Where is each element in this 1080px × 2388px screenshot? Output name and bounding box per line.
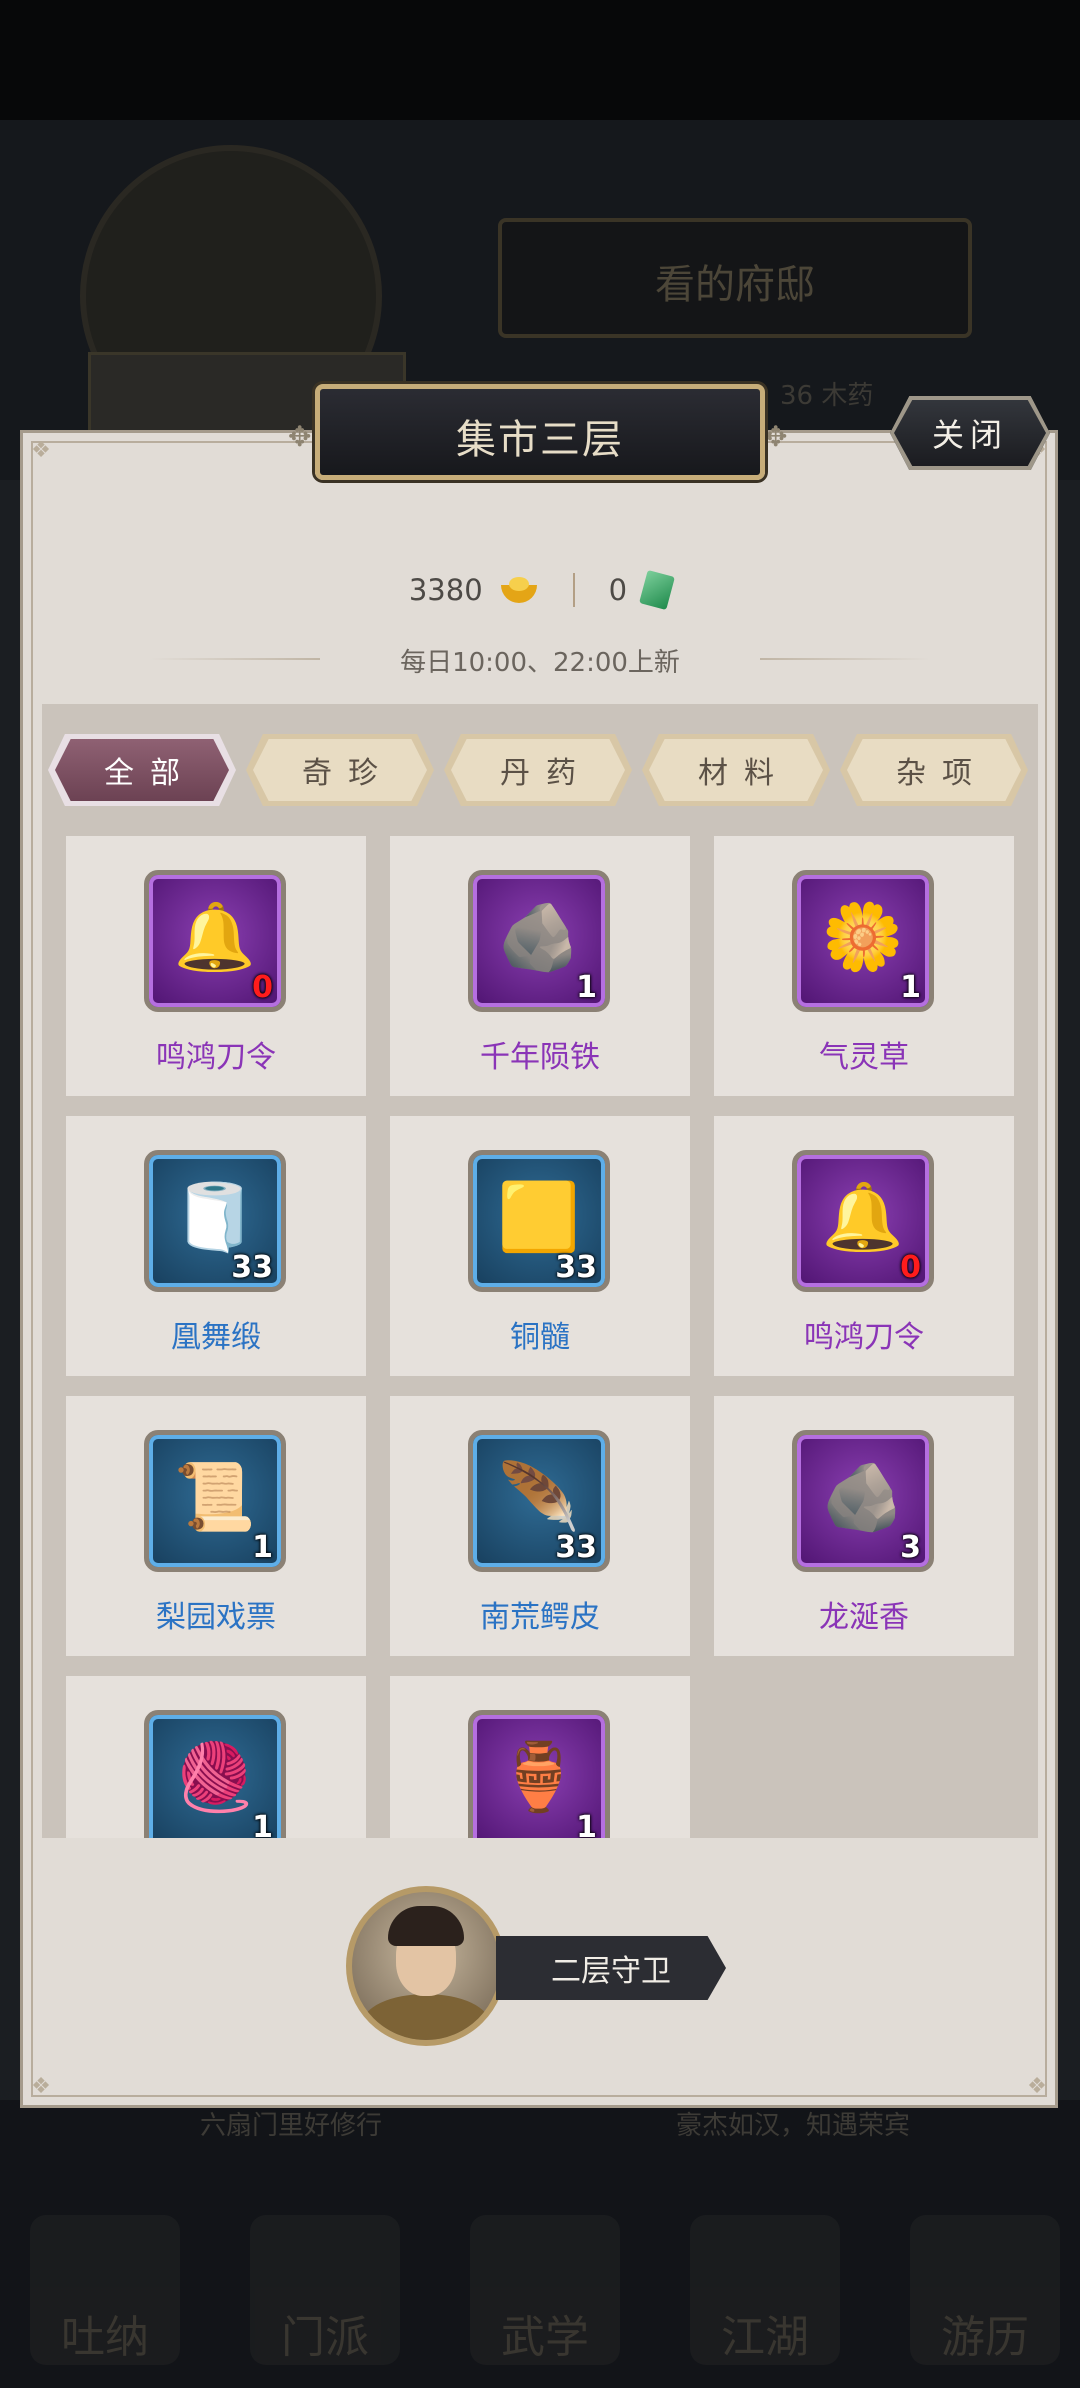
divider-ornament: [760, 658, 930, 660]
ticket-icon: 📜: [173, 1458, 257, 1536]
gold-ingot-icon: [499, 575, 539, 605]
bell-token-icon: 🔔: [821, 1178, 905, 1256]
item-name: 鸣鸿刀令: [804, 1320, 924, 1355]
close-button-label: 关闭: [931, 416, 1008, 454]
item-card[interactable]: 🌼 1 气灵草: [714, 836, 1014, 1096]
nav-tab-travel[interactable]: 游历: [910, 2215, 1060, 2365]
copper-ore-icon: 🟨: [497, 1178, 581, 1256]
footer-text-right: 豪杰如汉，知遇荣宾: [676, 2111, 911, 2141]
gold-amount: 3380: [408, 573, 483, 607]
item-card[interactable]: 🪨 3 龙涎香: [714, 1396, 1014, 1656]
yarn-ball-icon: 🧶: [173, 1738, 257, 1816]
item-name: 千年陨铁: [480, 1040, 600, 1075]
title-plate: 集市三层: [315, 384, 765, 480]
item-count: 1: [252, 1810, 273, 1838]
item-card[interactable]: 🏺 1: [390, 1676, 690, 1838]
item-count: 1: [576, 970, 597, 1005]
item-count: 33: [555, 1250, 597, 1285]
item-card[interactable]: 🔔 0 鸣鸿刀令: [714, 1116, 1014, 1376]
hide-icon: 🪶: [497, 1458, 581, 1536]
nav-tab-sect[interactable]: 门派: [250, 2215, 400, 2365]
mansion-title: 看的府邸: [655, 262, 815, 308]
tab-misc[interactable]: 杂项: [840, 734, 1028, 806]
item-count: 1: [576, 1810, 597, 1838]
title-wing-left-icon: ✥: [288, 420, 312, 453]
item-name: 鸣鸿刀令: [156, 1040, 276, 1075]
item-name: 铜髓: [510, 1320, 570, 1355]
refresh-schedule: 每日10:00、22:00上新: [400, 648, 680, 678]
currency-divider: [572, 573, 575, 607]
item-card[interactable]: 🧶 1: [66, 1676, 366, 1838]
item-count: 0: [900, 1250, 921, 1285]
item-card[interactable]: 🪨 1 千年陨铁: [390, 836, 690, 1096]
title-wing-right-icon: ✥: [764, 420, 788, 453]
mansion-title-frame: 看的府邸: [498, 218, 972, 338]
item-card[interactable]: 🔔 0 鸣鸿刀令: [66, 836, 366, 1096]
item-name: 梨园戏票: [156, 1600, 276, 1635]
herb-flower-icon: 🌼: [821, 898, 905, 976]
item-count: 1: [900, 970, 921, 1005]
jade-ticket-icon: [639, 569, 676, 611]
item-count: 0: [252, 970, 273, 1005]
jade-amount: 0: [608, 573, 628, 607]
silk-roll-icon: 🧻: [173, 1178, 257, 1256]
tab-pills[interactable]: 丹药: [444, 734, 632, 806]
item-card[interactable]: 🧻 33 凰舞缎: [66, 1116, 366, 1376]
item-card[interactable]: 📜 1 梨园戏票: [66, 1396, 366, 1656]
item-count: 1: [252, 1530, 273, 1565]
meteor-iron-icon: 🪨: [497, 898, 581, 976]
item-name: 南荒鳄皮: [480, 1600, 600, 1635]
item-card[interactable]: 🪶 33 南荒鳄皮: [390, 1396, 690, 1656]
item-name: 气灵草: [819, 1040, 909, 1075]
bell-token-icon: 🔔: [173, 898, 257, 976]
close-button[interactable]: 关闭: [890, 396, 1050, 470]
tab-treasures[interactable]: 奇珍: [246, 734, 434, 806]
page-title: 集市三层: [456, 417, 624, 463]
nav-tab-breathe[interactable]: 吐纳: [30, 2215, 180, 2365]
item-count: 33: [555, 1530, 597, 1565]
mansion-info: 36 木药: [780, 381, 874, 411]
corner-ornament-icon: ❖: [31, 2074, 51, 2099]
tab-all[interactable]: 全部: [48, 734, 236, 806]
ambergris-icon: 🪨: [821, 1458, 905, 1536]
item-name: 凰舞缎: [171, 1320, 261, 1355]
guard-label[interactable]: 二层守卫: [496, 1936, 726, 2000]
item-count: 33: [231, 1250, 273, 1285]
nav-tab-martial[interactable]: 武学: [470, 2215, 620, 2365]
tab-materials[interactable]: 材料: [642, 734, 830, 806]
item-count: 3: [900, 1530, 921, 1565]
nav-tab-jianghu[interactable]: 江湖: [690, 2215, 840, 2365]
goods-shelf: 全部 奇珍 丹药 材料 杂项 🔔 0 鸣鸿刀令 🪨 1 千年陨铁 🌼 1 气灵草 🧻 3…: [42, 704, 1038, 1838]
category-tabs: 全部 奇珍 丹药 材料 杂项: [48, 734, 1032, 806]
item-name: 龙涎香: [819, 1600, 909, 1635]
currency-bar: 3380 0: [0, 568, 1080, 612]
guard-avatar[interactable]: [346, 1886, 506, 2046]
seal-jar-icon: 🏺: [497, 1738, 581, 1816]
corner-ornament-icon: ❖: [1027, 2074, 1047, 2099]
corner-ornament-icon: ❖: [31, 438, 51, 463]
item-card[interactable]: 🟨 33 铜髓: [390, 1116, 690, 1376]
footer-text-left: 六扇门里好修行: [200, 2111, 383, 2141]
